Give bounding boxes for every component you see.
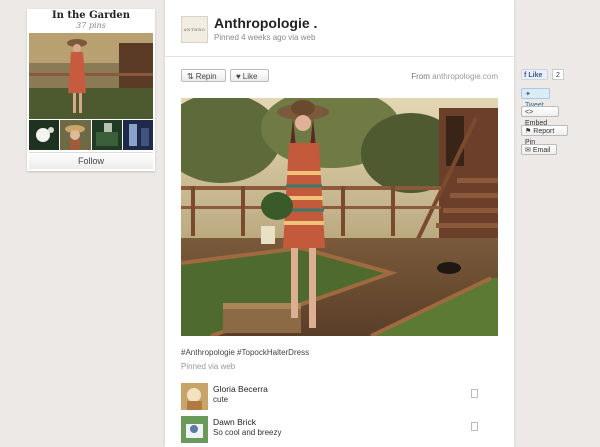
repin-label: Repin (195, 72, 217, 81)
pin-caption: #Anthropologie #TopockHalterDress (181, 348, 310, 357)
twitter-icon: ✦ (525, 91, 531, 98)
pin-header: ANTHRO Anthropologie . Pinned 4 weeks ag… (165, 0, 514, 57)
pinner-name[interactable]: Anthropologie . (214, 15, 317, 31)
like-button[interactable]: ♥ Like (230, 69, 269, 82)
facebook-like-button[interactable]: f Like (521, 69, 548, 80)
board-thumbnail[interactable] (60, 120, 91, 150)
board-pin-count: 37 pins (76, 21, 106, 30)
pin-source: From anthropologie.com (411, 72, 498, 81)
board-thumbnail[interactable] (29, 120, 60, 150)
board-thumbnail[interactable] (122, 120, 153, 150)
facebook-like-label: Like (528, 72, 543, 79)
embed-button[interactable]: <>Embed (521, 106, 559, 127)
comment-text: So cool and breezy (213, 428, 282, 437)
follow-button[interactable]: Follow (29, 152, 153, 169)
pinned-meta: Pinned 4 weeks ago via web (214, 33, 316, 42)
flag-icon: ⚑ (525, 128, 532, 135)
pin-panel: ANTHRO Anthropologie . Pinned 4 weeks ag… (165, 0, 514, 447)
like-label: Like (242, 72, 258, 81)
heart-icon: ♥ (236, 72, 241, 81)
pinner-avatar[interactable]: ANTHRO (181, 16, 208, 43)
commenter-name[interactable]: Dawn Brick (213, 417, 256, 427)
email-button[interactable]: ✉ Email (521, 144, 557, 155)
board-thumbnail[interactable] (91, 120, 122, 150)
board-cover-image[interactable] (29, 33, 153, 119)
board-card[interactable]: In the Garden 37 pins Follow (27, 9, 155, 171)
pinned-via: Pinned via web (181, 362, 236, 371)
embed-icon: <> (525, 109, 534, 116)
report-pin-button[interactable]: ⚑ Report Pin (521, 125, 568, 146)
facebook-icon: f (524, 72, 527, 79)
comment: Dawn Brick So cool and breezy (181, 416, 498, 446)
commenter-avatar[interactable] (181, 416, 208, 443)
from-prefix: From (411, 72, 430, 81)
comment: Gloria Becerra cute (181, 383, 498, 413)
facebook-like-count: 2 (552, 69, 564, 80)
commenter-name[interactable]: Gloria Becerra (213, 384, 268, 394)
repin-icon: ⇅ (187, 72, 194, 81)
email-label: Email (532, 147, 551, 154)
board-title[interactable]: In the Garden (27, 9, 155, 21)
comment-flag-icon[interactable] (471, 389, 478, 398)
email-icon: ✉ (525, 147, 531, 154)
pin-image[interactable] (181, 98, 498, 336)
comment-text: cute (213, 395, 229, 404)
commenter-avatar[interactable] (181, 383, 208, 410)
repin-button[interactable]: ⇅ Repin (181, 69, 226, 82)
comment-flag-icon[interactable] (471, 422, 478, 431)
tweet-button[interactable]: ✦Tweet (521, 88, 550, 109)
board-thumbnails (29, 120, 153, 150)
source-domain-link[interactable]: anthropologie.com (432, 72, 498, 81)
